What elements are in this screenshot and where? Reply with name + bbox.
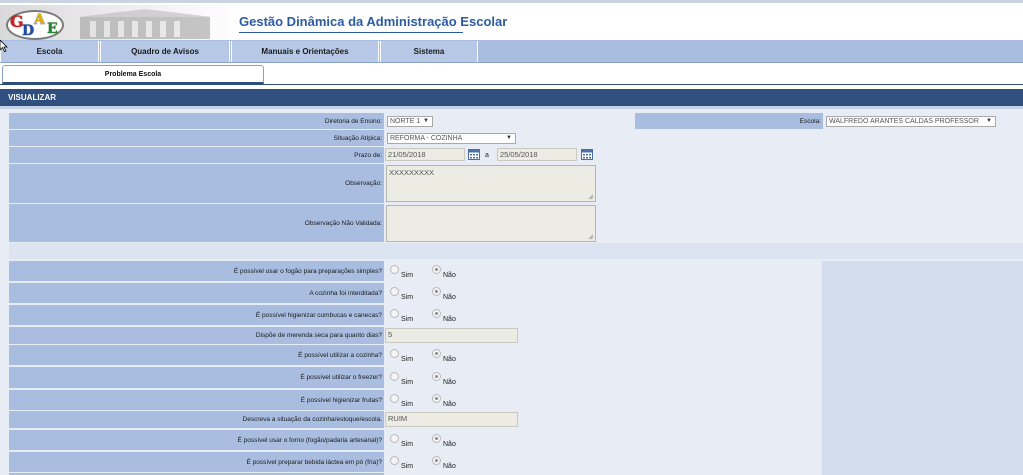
app-root: G D A E Gestão Dinâmica da Administração…: [0, 0, 1023, 475]
logo-letter-d: D: [22, 23, 35, 39]
app-header: G D A E Gestão Dinâmica da Administração…: [0, 0, 1023, 43]
question-label: É possível higienizar frutas?: [9, 390, 384, 410]
logo-letter-a: A: [34, 12, 45, 28]
radio-sim[interactable]: [390, 265, 399, 274]
radio-nao-label: Não: [443, 356, 456, 363]
radio-sim[interactable]: [390, 394, 399, 403]
tab-problema-escola[interactable]: Problema Escola: [2, 65, 264, 84]
radio-nao-label: Não: [443, 316, 456, 323]
menu-item-sistema[interactable]: Sistema: [380, 41, 478, 62]
question-label: É possível higienizar cumbucas e canecas…: [9, 305, 384, 325]
escola-select[interactable]: WALFREDO ARANTES CALDAS PROFESSOR ▼: [826, 116, 996, 127]
diretoria-label: Diretoria de Ensino:: [9, 113, 384, 129]
main-menu: Escola Quadro de Avisos Manuais e Orient…: [0, 40, 1023, 63]
radio-sim-label: Sim: [401, 294, 414, 301]
menu-item-quadro-de-avisos[interactable]: Quadro de Avisos: [100, 41, 230, 62]
right-panel: [822, 261, 1023, 475]
radio-sim-label: Sim: [401, 441, 414, 448]
prazo-de-input[interactable]: 21/05/2018: [385, 148, 465, 161]
escola-label: Escola:: [635, 113, 823, 129]
tab-bar: Problema Escola: [0, 63, 1023, 85]
menu-item-manuais[interactable]: Manuais e Orientações: [231, 41, 379, 62]
radio-nao[interactable]: [432, 265, 441, 274]
logo-letter-e: E: [47, 21, 58, 37]
obs-nao-validada-label: Observação Não Validada:: [9, 204, 384, 242]
question-label: É possível utilizar a cozinha?: [9, 345, 384, 365]
radio-sim-label: Sim: [401, 316, 414, 323]
question-label: É possível preparar bebida láctea em pó …: [9, 452, 384, 472]
spacer-row: [9, 243, 1023, 259]
section-title: VISUALIZAR: [0, 89, 1023, 106]
chevron-down-icon: ▼: [986, 118, 992, 124]
menu-item-escola[interactable]: Escola: [0, 41, 99, 62]
prazo-separator: a: [485, 152, 489, 159]
observacao-label: Observação:: [9, 164, 384, 203]
radio-nao-label: Não: [443, 463, 456, 470]
radio-nao-label: Não: [443, 294, 456, 301]
prazo-label: Prazo de:: [9, 147, 384, 163]
escola-select-value: WALFREDO ARANTES CALDAS PROFESSOR: [829, 118, 979, 125]
building-illustration: [78, 9, 212, 39]
radio-nao-label: Não: [443, 441, 456, 448]
radio-nao[interactable]: [432, 309, 441, 318]
logo-banner: G D A E: [0, 5, 240, 41]
radio-nao[interactable]: [432, 372, 441, 381]
radio-sim-label: Sim: [401, 379, 414, 386]
prazo-cell: [385, 147, 1023, 163]
radio-sim-label: Sim: [401, 272, 414, 279]
radio-nao-label: Não: [443, 272, 456, 279]
radio-sim[interactable]: [390, 456, 399, 465]
observacao-textarea[interactable]: XXXXXXXXX: [386, 165, 596, 202]
title-underline: [239, 32, 463, 33]
prazo-ate-input[interactable]: 25/05/2018: [497, 148, 577, 161]
resize-grip-icon[interactable]: [588, 194, 594, 200]
resize-grip-icon[interactable]: [588, 234, 594, 240]
radio-nao[interactable]: [432, 349, 441, 358]
question-label: Dispõe de merenda seca para quanto dias?: [9, 327, 384, 344]
radio-sim[interactable]: [390, 434, 399, 443]
radio-nao[interactable]: [432, 394, 441, 403]
question-label: Descreva a situação da cozinha/estoque/e…: [9, 411, 384, 428]
merenda-dias-input[interactable]: 5: [385, 328, 518, 343]
radio-nao-label: Não: [443, 401, 456, 408]
situacao-select[interactable]: REFORMA - COZINHA ▼: [387, 133, 516, 144]
mouse-pointer-icon: [0, 40, 8, 52]
diretoria-select-value: NORTE 1: [390, 118, 421, 125]
situacao-label: Situação Atípica:: [9, 130, 384, 146]
observacao-text: XXXXXXXXX: [389, 168, 435, 177]
radio-sim[interactable]: [390, 349, 399, 358]
radio-nao[interactable]: [432, 456, 441, 465]
calendar-icon[interactable]: [581, 149, 593, 160]
radio-nao[interactable]: [432, 287, 441, 296]
radio-nao-label: Não: [443, 379, 456, 386]
diretoria-select[interactable]: NORTE 1 ▼: [387, 116, 433, 127]
calendar-icon[interactable]: [468, 149, 480, 160]
question-label: A cozinha foi interditada?: [9, 283, 384, 303]
question-label: É possível utilizar o freezer?: [9, 367, 384, 388]
radio-sim-label: Sim: [401, 356, 414, 363]
chevron-down-icon: ▼: [506, 135, 512, 141]
radio-nao[interactable]: [432, 434, 441, 443]
radio-sim-label: Sim: [401, 401, 414, 408]
app-title: Gestão Dinâmica da Administração Escolar: [239, 14, 508, 29]
situacao-cozinha-input[interactable]: RUIM: [385, 412, 518, 427]
radio-sim[interactable]: [390, 309, 399, 318]
situacao-select-value: REFORMA - COZINHA: [390, 135, 463, 142]
radio-sim[interactable]: [390, 372, 399, 381]
radio-sim-label: Sim: [401, 463, 414, 470]
chevron-down-icon: ▼: [423, 118, 429, 124]
question-label: É possível usar o fogão para preparações…: [9, 261, 384, 281]
question-label: É possível usar o forno (fogão/padaria a…: [9, 430, 384, 450]
radio-sim[interactable]: [390, 287, 399, 296]
obs-nao-validada-textarea[interactable]: [386, 205, 596, 242]
